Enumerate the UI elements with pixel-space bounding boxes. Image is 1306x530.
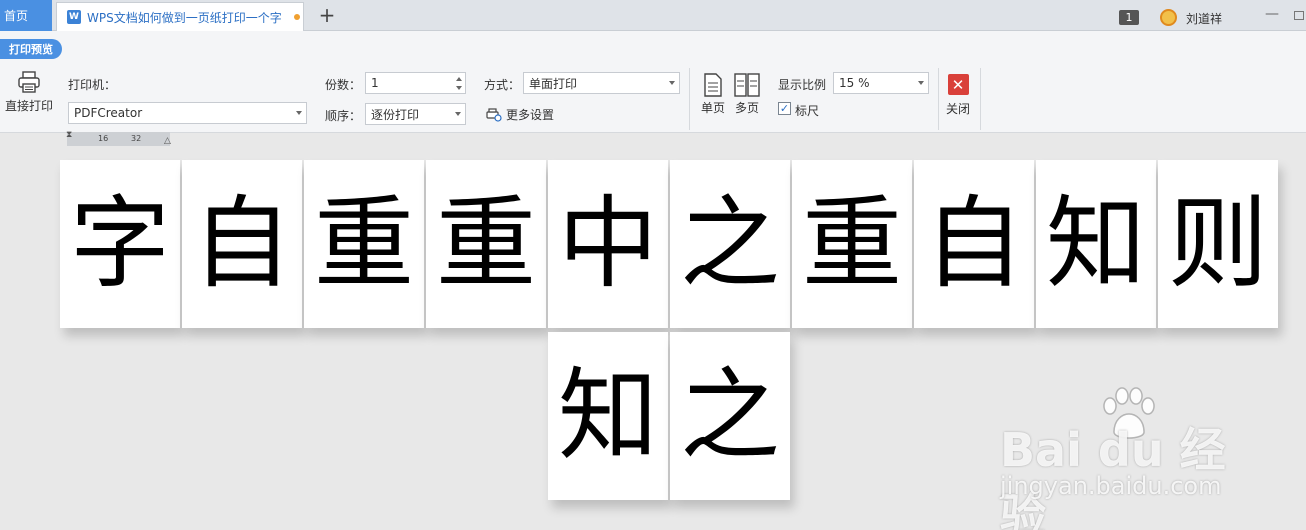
preview-page: 则: [1158, 160, 1278, 328]
preview-page: 中: [548, 160, 668, 328]
chevron-down-icon: [669, 81, 675, 85]
zoom-value: 15 %: [839, 76, 870, 90]
copies-value: 1: [371, 76, 379, 90]
ruler-right-indent-marker[interactable]: △: [164, 136, 171, 146]
tab-document[interactable]: W WPS文档如何做到一页纸打印一个字: [56, 2, 304, 31]
copies-label: 份数：: [325, 78, 362, 92]
preview-page: 重: [792, 160, 912, 328]
spin-up-icon[interactable]: [456, 77, 462, 81]
ruler-tick: 16: [98, 134, 109, 143]
window-count-badge[interactable]: 1: [1119, 10, 1139, 25]
copies-stepper[interactable]: 1: [365, 72, 466, 94]
direct-print-label: 直接打印: [4, 99, 53, 113]
multi-page-label: 多页: [734, 101, 759, 115]
preview-page: 字: [60, 160, 180, 328]
ruler-tick: 32: [131, 134, 142, 143]
close-label: 关闭: [945, 102, 970, 116]
single-page-button[interactable]: 单页: [697, 73, 729, 116]
close-icon: ✕: [947, 74, 969, 95]
printer-value: PDFCreator: [74, 106, 143, 120]
preview-page: 自: [914, 160, 1034, 328]
multi-page-icon: [734, 73, 760, 97]
multi-page-button[interactable]: 多页: [731, 73, 763, 116]
tab-home[interactable]: 首页: [0, 0, 52, 31]
printer-settings-icon: [486, 107, 502, 122]
preview-page: 之: [670, 160, 790, 328]
zoom-label: 显示比例: [778, 78, 827, 92]
unsaved-indicator: [293, 14, 300, 20]
preview-page: 之: [670, 332, 790, 500]
more-settings-button[interactable]: 更多设置: [486, 106, 554, 123]
close-preview-button[interactable]: ✕ 关闭: [942, 74, 974, 117]
preview-page: 重: [304, 160, 424, 328]
method-value: 单面打印: [529, 76, 578, 91]
method-select[interactable]: 单面打印: [523, 72, 680, 94]
single-page-icon: [704, 73, 722, 97]
direct-print-button[interactable]: 直接打印: [0, 71, 58, 121]
chevron-down-icon: [296, 111, 302, 115]
user-avatar[interactable]: [1160, 9, 1177, 26]
preview-page: 重: [426, 160, 546, 328]
print-preview-badge: 打印预览: [0, 39, 62, 59]
chevron-down-icon: [918, 81, 924, 85]
ruler-left-indent-marker[interactable]: ⧗: [66, 130, 72, 140]
preview-page: 知: [1036, 160, 1156, 328]
user-name[interactable]: 刘道祥: [1186, 10, 1222, 27]
new-tab-button[interactable]: +: [316, 3, 338, 27]
method-label: 方式：: [484, 78, 521, 92]
baidu-jingyan-watermark: Bai du 经验 jingyan.baidu.com: [1000, 384, 1240, 530]
order-label: 顺序：: [325, 109, 362, 123]
tab-document-title: WPS文档如何做到一页纸打印一个字: [87, 10, 282, 25]
restore-button[interactable]: [1294, 11, 1304, 20]
horizontal-ruler[interactable]: 16 32: [67, 132, 170, 146]
tab-bar: 首页 W WPS文档如何做到一页纸打印一个字 + 1 刘道祥 —: [0, 0, 1306, 31]
minimize-button[interactable]: —: [1265, 6, 1279, 22]
more-settings-label: 更多设置: [506, 108, 555, 122]
chevron-down-icon: [455, 112, 461, 116]
ruler-checkbox-label: 标尺: [795, 104, 820, 118]
printer-label: 打印机：: [68, 78, 117, 92]
order-select[interactable]: 逐份打印: [365, 103, 466, 125]
printer-icon: [18, 71, 40, 93]
wps-doc-icon: W: [67, 10, 81, 24]
toolbar-divider: [938, 68, 939, 130]
zoom-select[interactable]: 15 %: [833, 72, 929, 94]
spin-down-icon[interactable]: [456, 86, 462, 90]
order-value: 逐份打印: [371, 107, 420, 122]
preview-page: 自: [182, 160, 302, 328]
tab-home-label: 首页: [4, 9, 29, 23]
ruler-checkbox[interactable]: ✓: [778, 102, 791, 115]
toolbar-divider: [980, 68, 981, 130]
watermark-url: jingyan.baidu.com: [1000, 472, 1222, 500]
toolbar-divider: [689, 68, 690, 130]
printer-select[interactable]: PDFCreator: [68, 102, 307, 124]
single-page-label: 单页: [700, 101, 725, 115]
preview-page: 知: [548, 332, 668, 500]
